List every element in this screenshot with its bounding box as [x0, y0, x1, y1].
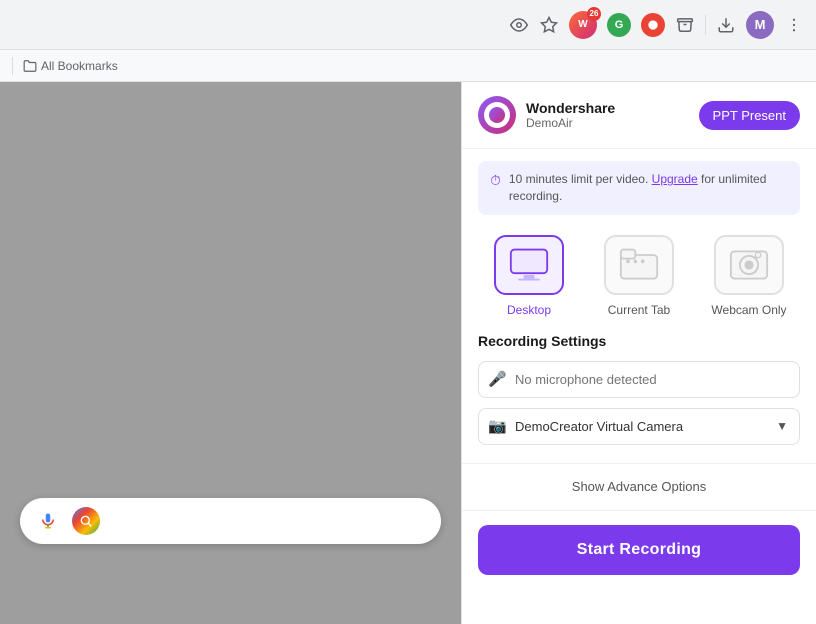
main-content: Wondershare DemoAir PPT Present ⏱ 10 min…	[0, 82, 816, 624]
green-ext-icon[interactable]: G	[607, 13, 631, 37]
tab-icon-wrapper[interactable]	[604, 235, 674, 295]
webcam-icon-wrapper[interactable]	[714, 235, 784, 295]
browser-icons: W 26 G M	[509, 11, 804, 39]
webcam-only-label: Webcam Only	[711, 303, 786, 317]
red-ext-icon[interactable]	[641, 13, 665, 37]
current-tab-label: Current Tab	[608, 303, 670, 317]
google-search-bar[interactable]	[20, 498, 441, 544]
mode-tab-desktop[interactable]: Desktop	[478, 235, 580, 317]
upgrade-link[interactable]: Upgrade	[652, 172, 698, 186]
camera-select[interactable]: DemoCreator Virtual Camera	[478, 408, 800, 445]
start-recording-button[interactable]: Start Recording	[478, 525, 800, 575]
limit-notice: ⏱ 10 minutes limit per video. Upgrade fo…	[478, 161, 800, 215]
mode-tabs: Desktop Current Tab	[462, 227, 816, 333]
mode-tab-current-tab[interactable]: Current Tab	[588, 235, 690, 317]
browser-content	[0, 82, 461, 624]
bookmarks-label[interactable]: All Bookmarks	[23, 59, 118, 73]
brand-name: Wondershare	[526, 100, 615, 117]
microphone-icon[interactable]	[36, 509, 60, 533]
brand-text: Wondershare DemoAir	[526, 100, 615, 131]
desktop-icon-wrapper[interactable]	[494, 235, 564, 295]
ext-badge: 26	[587, 7, 601, 21]
bookmarks-bar: All Bookmarks	[0, 50, 816, 82]
ppt-present-button[interactable]: PPT Present	[699, 101, 800, 130]
wondershare-ext-icon[interactable]: W 26	[569, 11, 597, 39]
microphone-wrapper: 🎤	[478, 361, 800, 398]
advance-options[interactable]: Show Advance Options	[462, 463, 816, 511]
settings-section: Recording Settings 🎤 📷 DemoCreator Virtu…	[462, 333, 816, 455]
camera-wrapper: 📷 DemoCreator Virtual Camera ▼	[478, 408, 800, 445]
clock-icon: ⏱	[490, 172, 501, 189]
mode-tab-webcam[interactable]: Webcam Only	[698, 235, 800, 317]
settings-title: Recording Settings	[478, 333, 800, 349]
camera-input-icon: 📷	[488, 417, 507, 435]
menu-icon[interactable]	[784, 15, 804, 35]
brand-logo	[478, 96, 516, 134]
extensions-icon[interactable]	[675, 15, 695, 35]
eye-icon[interactable]	[509, 15, 529, 35]
brand-subtitle: DemoAir	[526, 116, 615, 130]
star-icon[interactable]	[539, 15, 559, 35]
profile-icon[interactable]: M	[746, 11, 774, 39]
advance-options-text: Show Advance Options	[572, 479, 706, 494]
browser-toolbar: W 26 G M	[0, 0, 816, 50]
panel-header: Wondershare DemoAir PPT Present	[462, 82, 816, 149]
desktop-label: Desktop	[507, 303, 551, 317]
limit-text: 10 minutes limit per video. Upgrade for …	[509, 171, 788, 205]
microphone-input[interactable]	[478, 361, 800, 398]
bookmarks-text: All Bookmarks	[41, 59, 118, 73]
brand-info: Wondershare DemoAir	[478, 96, 615, 134]
microphone-input-icon: 🎤	[488, 370, 507, 388]
extension-panel: Wondershare DemoAir PPT Present ⏱ 10 min…	[461, 82, 816, 624]
download-icon[interactable]	[716, 15, 736, 35]
google-lens-icon[interactable]	[72, 507, 100, 535]
bookmarks-divider	[12, 57, 13, 75]
divider	[705, 15, 706, 35]
